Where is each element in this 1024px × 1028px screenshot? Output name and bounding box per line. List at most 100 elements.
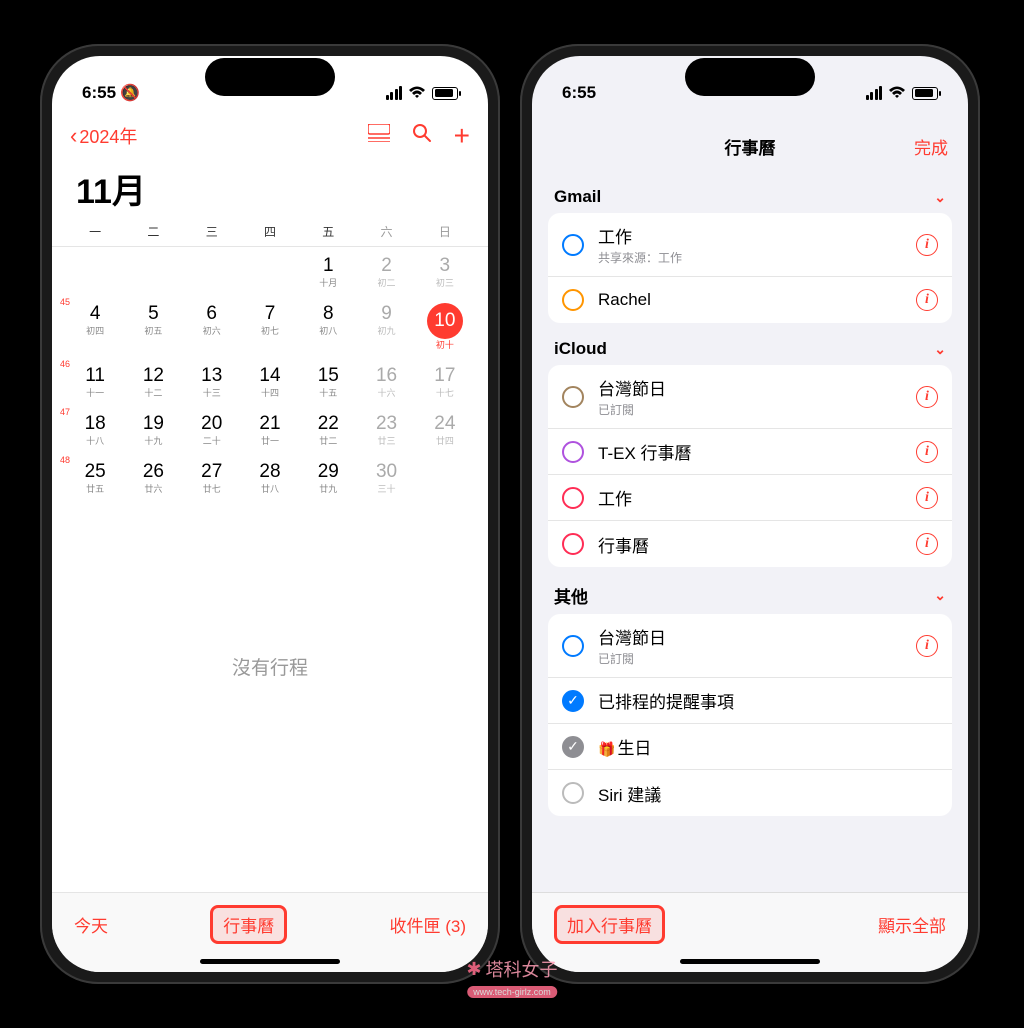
color-circle-icon[interactable] xyxy=(562,782,584,804)
calendar-day[interactable]: 28廿八 xyxy=(241,459,299,497)
home-indicator[interactable] xyxy=(680,959,820,964)
list-view-icon[interactable] xyxy=(368,124,390,148)
wifi-icon xyxy=(888,86,906,100)
calendar-day[interactable]: 13十三 xyxy=(183,363,241,401)
calendar-day[interactable]: 15十五 xyxy=(299,363,357,401)
calendar-day[interactable]: 24廿四 xyxy=(416,411,474,449)
calendar-day[interactable]: 1十月 xyxy=(299,253,357,291)
list-group: 台灣節日已訂閱i✓已排程的提醒事項✓🎁生日Siri 建議 xyxy=(548,614,952,816)
calendar-day[interactable]: 21廿一 xyxy=(241,411,299,449)
cellular-icon xyxy=(866,86,883,100)
calendar-row[interactable]: ✓已排程的提醒事項 xyxy=(548,678,952,724)
calendars-button[interactable]: 行事曆 xyxy=(210,905,287,944)
calendar-day[interactable]: 16十六 xyxy=(357,363,415,401)
calendar-day[interactable]: 9初九 xyxy=(357,301,415,353)
info-icon[interactable]: i xyxy=(916,635,938,657)
calendar-grid[interactable]: 1十月2初二3初三454初四5初五6初六7初七8初八9初九10初十4611十一1… xyxy=(52,246,488,501)
calendar-row[interactable]: 工作共享來源：工作i xyxy=(548,213,952,277)
section-header[interactable]: Gmail⌄ xyxy=(548,179,952,213)
color-circle-icon[interactable] xyxy=(562,386,584,408)
row-content: 台灣節日已訂閱 xyxy=(598,375,916,418)
calendar-day[interactable]: 12十二 xyxy=(124,363,182,401)
calendar-day[interactable]: 11十一 xyxy=(66,363,124,401)
color-circle-icon[interactable] xyxy=(562,487,584,509)
today-button[interactable]: 今天 xyxy=(74,912,108,937)
info-icon[interactable]: i xyxy=(916,441,938,463)
calendar-day[interactable]: 7初七 xyxy=(241,301,299,353)
calendar-row[interactable]: Racheli xyxy=(548,277,952,323)
calendar-day[interactable]: 17十七 xyxy=(416,363,474,401)
chevron-down-icon: ⌄ xyxy=(934,189,946,206)
color-circle-icon[interactable] xyxy=(562,533,584,555)
info-icon[interactable]: i xyxy=(916,487,938,509)
calendar-row[interactable]: 行事曆i xyxy=(548,521,952,567)
calendar-day[interactable]: 27廿七 xyxy=(183,459,241,497)
done-button[interactable]: 完成 xyxy=(914,134,948,159)
calendar-row[interactable]: Siri 建議 xyxy=(548,770,952,816)
row-content: 🎁生日 xyxy=(598,734,938,759)
calendar-day[interactable]: 29廿九 xyxy=(299,459,357,497)
weekday-header: 一二三四五六日 xyxy=(52,223,488,240)
section-其他: 其他⌄台灣節日已訂閱i✓已排程的提醒事項✓🎁生日Siri 建議 xyxy=(532,575,968,816)
calendar-day[interactable]: 10初十 xyxy=(416,301,474,353)
calendar-day[interactable]: 22廿二 xyxy=(299,411,357,449)
calendar-day[interactable] xyxy=(241,253,299,291)
calendar-week: 454初四5初五6初六7初七8初八9初九10初十 xyxy=(62,295,478,357)
calendar-row[interactable]: 工作i xyxy=(548,475,952,521)
calendar-day[interactable]: 18十八 xyxy=(66,411,124,449)
add-icon[interactable]: + xyxy=(454,120,470,152)
calendar-day[interactable]: 19十九 xyxy=(124,411,182,449)
week-number: 48 xyxy=(60,455,70,465)
calendar-week: 4718十八19十九20二十21廿一22廿二23廿三24廿四 xyxy=(62,405,478,453)
calendar-day[interactable]: 4初四 xyxy=(66,301,124,353)
calendar-day[interactable]: 3初三 xyxy=(416,253,474,291)
add-calendar-button[interactable]: 加入行事曆 xyxy=(554,905,665,944)
section-header[interactable]: iCloud⌄ xyxy=(548,331,952,365)
calendar-day[interactable]: 26廿六 xyxy=(124,459,182,497)
calendar-day[interactable]: 25廿五 xyxy=(66,459,124,497)
color-circle-icon[interactable] xyxy=(562,441,584,463)
info-icon[interactable]: i xyxy=(916,386,938,408)
calendar-day[interactable]: 14十四 xyxy=(241,363,299,401)
home-indicator[interactable] xyxy=(200,959,340,964)
row-subtitle: 已訂閱 xyxy=(598,650,916,667)
color-circle-icon[interactable] xyxy=(562,289,584,311)
calendar-day[interactable]: 23廿三 xyxy=(357,411,415,449)
sheet-title: 行事曆 xyxy=(552,134,948,159)
calendar-day[interactable]: 20二十 xyxy=(183,411,241,449)
show-all-button[interactable]: 顯示全部 xyxy=(878,912,946,937)
month-title: 11月 xyxy=(52,160,488,223)
inbox-button[interactable]: 收件匣 (3) xyxy=(390,912,467,937)
section-header[interactable]: 其他⌄ xyxy=(548,575,952,614)
row-title: 台灣節日 xyxy=(598,629,666,648)
checkbox-checked-icon[interactable]: ✓ xyxy=(562,736,584,758)
info-icon[interactable]: i xyxy=(916,234,938,256)
row-title: 台灣節日 xyxy=(598,380,666,399)
calendar-row[interactable]: ✓ 🎁生日 xyxy=(548,724,952,770)
calendar-day[interactable]: 6初六 xyxy=(183,301,241,353)
checkbox-checked-icon[interactable]: ✓ xyxy=(562,690,584,712)
calendar-day[interactable] xyxy=(124,253,182,291)
calendar-row[interactable]: 台灣節日已訂閱i xyxy=(548,614,952,678)
calendar-row[interactable]: T-EX 行事曆i xyxy=(548,429,952,475)
battery-icon xyxy=(912,87,938,100)
calendar-day[interactable] xyxy=(416,459,474,497)
section-title: 其他 xyxy=(554,583,588,608)
search-icon[interactable] xyxy=(412,123,432,149)
info-icon[interactable]: i xyxy=(916,289,938,311)
section-gmail: Gmail⌄工作共享來源：工作iRacheli xyxy=(532,179,968,323)
info-icon[interactable]: i xyxy=(916,533,938,555)
color-circle-icon[interactable] xyxy=(562,234,584,256)
calendar-day[interactable]: 30三十 xyxy=(357,459,415,497)
no-events-label: 沒有行程 xyxy=(52,501,488,892)
section-icloud: iCloud⌄台灣節日已訂閱iT-EX 行事曆i工作i行事曆i xyxy=(532,331,968,567)
calendar-row[interactable]: 台灣節日已訂閱i xyxy=(548,365,952,429)
phone-frame-right: 6:55 行事曆 完成 Gmail⌄工作共享來源：工作iRacheliiClou… xyxy=(520,44,980,984)
back-button[interactable]: ‹ 2024年 xyxy=(70,123,137,149)
calendar-day[interactable]: 5初五 xyxy=(124,301,182,353)
calendar-day[interactable] xyxy=(66,253,124,291)
color-circle-icon[interactable] xyxy=(562,635,584,657)
calendar-day[interactable] xyxy=(183,253,241,291)
calendar-day[interactable]: 2初二 xyxy=(357,253,415,291)
calendar-day[interactable]: 8初八 xyxy=(299,301,357,353)
